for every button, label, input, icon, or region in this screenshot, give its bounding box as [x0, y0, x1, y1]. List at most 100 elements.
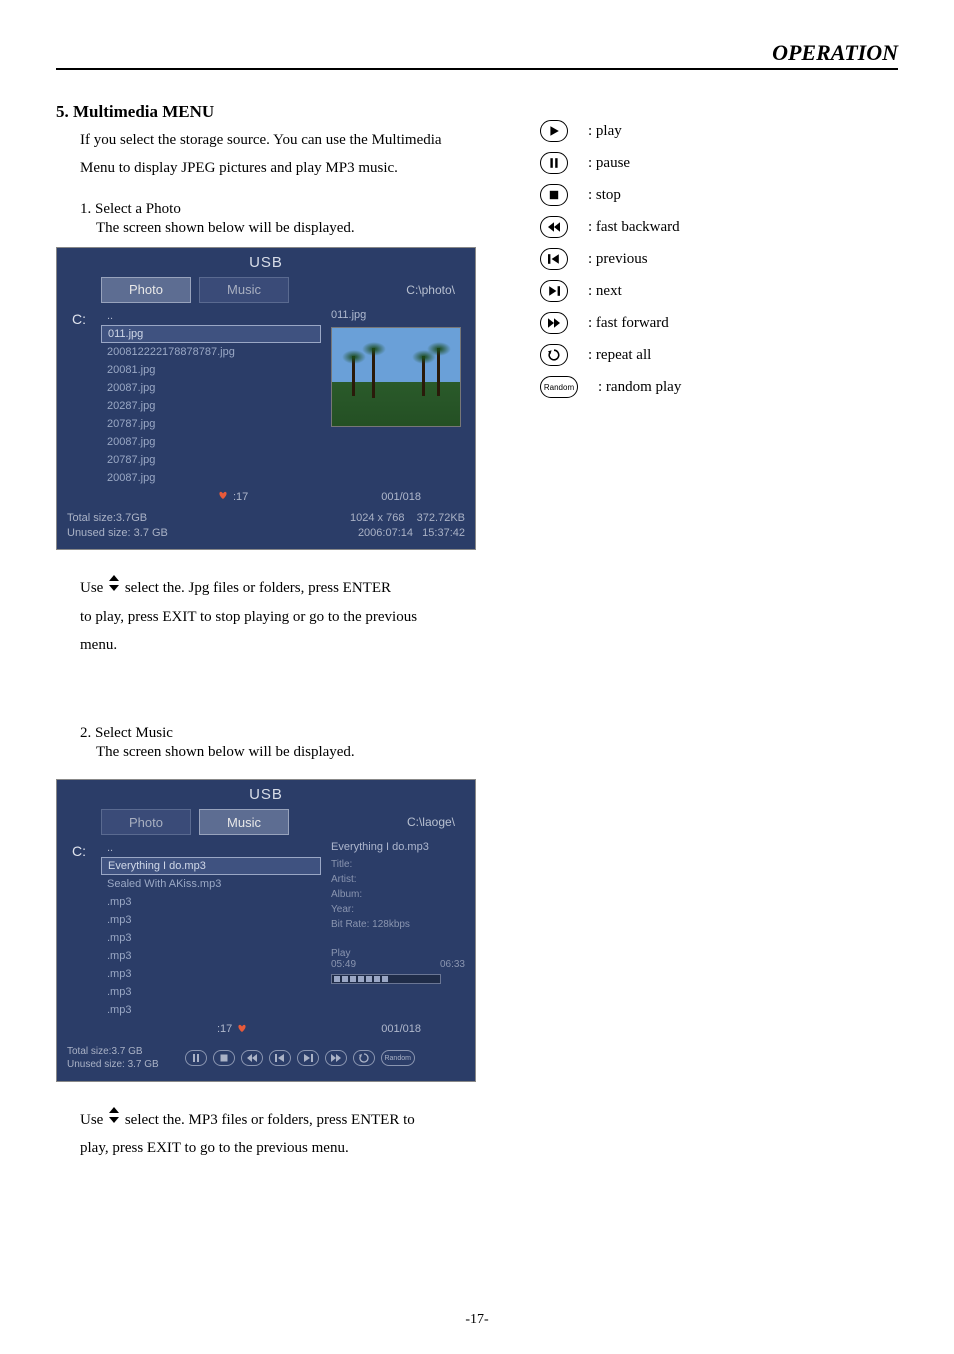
file-name: .mp3 [107, 1004, 131, 1016]
tab-photo[interactable]: Photo [101, 277, 191, 303]
total-size: Total size:3.7GB [67, 511, 168, 526]
pause-button[interactable] [185, 1050, 207, 1066]
list-item[interactable]: .mp3 [101, 911, 321, 929]
instruction1-line3: menu. [80, 635, 898, 655]
info-year: Year: [331, 904, 465, 915]
list-item[interactable]: 20081.jpg [101, 361, 321, 379]
total-size: Total size:3.7 GB [67, 1045, 159, 1058]
file-list[interactable]: .. Everything I do.mp3 Sealed With AKiss… [101, 835, 321, 1019]
list-item[interactable]: .mp3 [101, 983, 321, 1001]
progress-bar[interactable] [331, 974, 441, 984]
file-list[interactable]: .. 011.jpg 200812222178878787.jpg 20081.… [101, 303, 321, 487]
page-number: -17- [0, 1312, 954, 1328]
panel2-status-row: :17 001/018 [57, 1019, 475, 1039]
list-item[interactable]: Everything I do.mp3 [101, 857, 321, 875]
list-item[interactable]: .mp3 [101, 893, 321, 911]
list-item[interactable]: .mp3 [101, 947, 321, 965]
tab-music[interactable]: Music [199, 809, 289, 835]
instruction2-line2: play, press EXIT to go to the previous m… [80, 1138, 898, 1158]
list-item[interactable]: 20787.jpg [101, 415, 321, 433]
count-indicator: :17 [217, 1023, 232, 1035]
preview-pane: 011.jpg [321, 303, 475, 487]
file-name: 20787.jpg [107, 418, 155, 430]
file-name: .mp3 [107, 986, 131, 998]
info-filename: Everything I do.mp3 [331, 841, 465, 853]
panel1-status-row: :17 001/018 [57, 487, 475, 507]
play-total: 06:33 [440, 959, 465, 970]
list-item[interactable]: .. [101, 307, 321, 325]
file-name: 20287.jpg [107, 400, 155, 412]
file-name: .mp3 [107, 914, 131, 926]
previous-icon [540, 248, 568, 270]
repeat-button[interactable] [353, 1050, 375, 1066]
usb-photo-panel: USB Photo Music C:\photo\ C: .. 011.jpg … [56, 247, 476, 551]
fast-forward-button[interactable] [325, 1050, 347, 1066]
play-current: 05:49 [331, 959, 356, 970]
info-pane: Everything I do.mp3 Title: Artist: Album… [321, 835, 475, 1019]
list-item[interactable]: Sealed With AKiss.mp3 [101, 875, 321, 893]
drive-label: C: [57, 303, 101, 487]
list-item[interactable]: .mp3 [101, 1001, 321, 1019]
instruction2: Use select the. MP3 files or folders, pr… [80, 1106, 898, 1130]
unused-size: Unused size: 3.7 GB [67, 1058, 159, 1071]
file-name: 011.jpg [108, 328, 143, 340]
updown-icon [107, 580, 121, 596]
file-name: .mp3 [107, 896, 131, 908]
updown-icon [107, 1112, 121, 1128]
list-item[interactable]: 20087.jpg [101, 379, 321, 397]
page-header: OPERATION [56, 40, 898, 70]
previous-button[interactable] [269, 1050, 291, 1066]
usb-music-panel: USB Photo Music C:\laoge\ C: .. Everythi… [56, 779, 476, 1082]
file-name: Everything I do.mp3 [108, 860, 206, 872]
legend-play: : play [588, 123, 622, 140]
panel2-tabs: Photo Music C:\laoge\ [57, 809, 475, 835]
list-item[interactable]: 011.jpg [101, 325, 321, 343]
tab-music[interactable]: Music [199, 277, 289, 303]
next-button[interactable] [297, 1050, 319, 1066]
unused-size: Unused size: 3.7 GB [67, 526, 168, 541]
stop-button[interactable] [213, 1050, 235, 1066]
step2-sub: The screen shown below will be displayed… [96, 744, 898, 761]
panel2-controls: Total size:3.7 GB Unused size: 3.7 GB Ra… [57, 1039, 475, 1081]
tab-photo[interactable]: Photo [101, 809, 191, 835]
panel1-path: C:\photo\ [406, 283, 455, 297]
legend-random: : random play [598, 379, 681, 396]
step2-num: 2. [80, 725, 91, 741]
play-icon [540, 120, 568, 142]
panel1-title: USB [57, 248, 475, 277]
fast-backward-button[interactable] [241, 1050, 263, 1066]
file-name: Sealed With AKiss.mp3 [107, 878, 221, 890]
legend-pause: : pause [588, 155, 630, 172]
info-artist: Artist: [331, 874, 465, 885]
heart-icon [236, 1022, 248, 1037]
file-name: 20087.jpg [107, 436, 155, 448]
legend-fb: : fast backward [588, 219, 680, 236]
file-name: .mp3 [107, 932, 131, 944]
list-item[interactable]: 20287.jpg [101, 397, 321, 415]
panel2-title: USB [57, 780, 475, 809]
list-item[interactable]: 20087.jpg [101, 433, 321, 451]
list-item[interactable]: .mp3 [101, 965, 321, 983]
file-name: 20087.jpg [107, 382, 155, 394]
intro-line2: Menu to display JPEG pictures and play M… [80, 158, 898, 178]
updir-label: .. [107, 842, 113, 854]
position-indicator: 001/018 [381, 491, 421, 503]
info-title: Title: [331, 859, 465, 870]
list-item[interactable]: 200812222178878787.jpg [101, 343, 321, 361]
file-name: 20087.jpg [107, 472, 155, 484]
file-name: 20081.jpg [107, 364, 155, 376]
play-label: Play [331, 948, 356, 959]
list-item[interactable]: 20787.jpg [101, 451, 321, 469]
preview-image [331, 327, 461, 427]
position-indicator: 001/018 [381, 1023, 421, 1035]
pause-icon [540, 152, 568, 174]
list-item[interactable]: 20087.jpg [101, 469, 321, 487]
random-icon: Random [540, 376, 578, 398]
list-item[interactable]: .mp3 [101, 929, 321, 947]
stop-icon [540, 184, 568, 206]
legend-next: : next [588, 283, 622, 300]
legend-ff: : fast forward [588, 315, 669, 332]
panel1-footer: Total size:3.7GB Unused size: 3.7 GB 102… [57, 507, 475, 550]
random-button[interactable]: Random [381, 1050, 415, 1066]
list-item[interactable]: .. [101, 839, 321, 857]
